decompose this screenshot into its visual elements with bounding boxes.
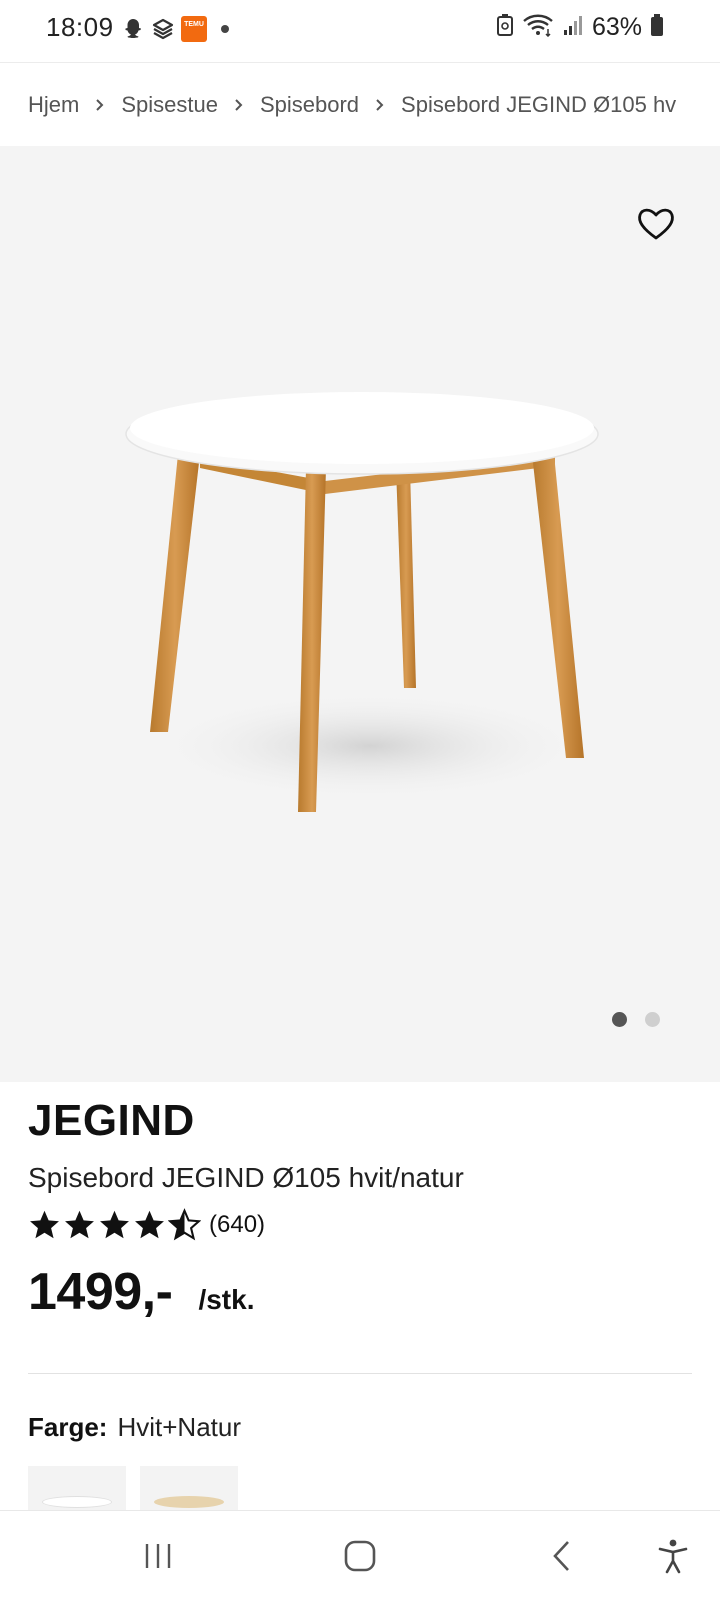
breadcrumb-spisestue[interactable]: Spisestue [121, 92, 218, 118]
temu-label: TEMU [184, 21, 204, 28]
notification-icons: TEMU [121, 16, 229, 42]
product-image-carousel[interactable] [0, 146, 720, 1082]
battery-saver-icon [496, 13, 514, 42]
product-brand: JEGIND [28, 1096, 195, 1145]
review-count[interactable]: (640) [209, 1211, 265, 1239]
star-full-icon [100, 1210, 129, 1239]
breadcrumb-current: Spisebord JEGIND Ø105 hv [401, 91, 677, 117]
battery-icon [650, 13, 664, 42]
carousel-pagination [612, 1012, 660, 1027]
system-navigation-bar [0, 1510, 720, 1600]
color-swatches [28, 1466, 238, 1512]
star-full-icon [65, 1210, 94, 1239]
price-row: 1499,- /stk. [28, 1262, 254, 1322]
product-name: Spisebord JEGIND Ø105 hvit/natur [28, 1162, 464, 1193]
accessibility-icon [658, 1539, 688, 1574]
color-swatch-white-natur[interactable] [28, 1466, 126, 1512]
home-icon [344, 1540, 376, 1572]
system-icons: 63% [496, 13, 664, 42]
battery-percent: 63% [591, 13, 642, 41]
breadcrumb-spisebord[interactable]: Spisebord [260, 92, 359, 118]
color-label: Farge: [28, 1412, 108, 1442]
status-time: 18:09 [46, 12, 114, 42]
color-value: Hvit+Natur [117, 1412, 242, 1442]
rating-stars [28, 1208, 201, 1241]
color-selection: Farge: Hvit+Natur [28, 1412, 241, 1443]
price-unit: /stk. [198, 1284, 255, 1315]
star-full-icon [30, 1210, 59, 1239]
pagination-dot[interactable] [645, 1012, 660, 1027]
heart-icon [638, 208, 674, 240]
back-button[interactable] [537, 1533, 587, 1579]
wishlist-heart-button[interactable] [634, 202, 678, 246]
recent-apps-button[interactable] [133, 1533, 183, 1579]
more-notifications-dot [221, 25, 229, 33]
signal-icon [562, 14, 584, 41]
divider [28, 1373, 692, 1374]
pagination-dot-active[interactable] [612, 1012, 627, 1027]
stack-icon [151, 17, 175, 41]
star-half-icon [168, 1208, 201, 1241]
chevron-right-icon [95, 98, 105, 112]
wifi-icon [522, 13, 554, 42]
color-swatch-oak[interactable] [140, 1466, 238, 1512]
temu-icon: TEMU [181, 16, 207, 42]
breadcrumb-home[interactable]: Hjem [28, 92, 79, 118]
accessibility-button[interactable] [648, 1533, 698, 1579]
star-full-icon [135, 1210, 164, 1239]
snapchat-icon [121, 17, 145, 41]
status-bar: 18:09 TEMU 63% [0, 0, 720, 60]
recent-apps-icon [145, 1544, 171, 1568]
chevron-right-icon [234, 98, 244, 112]
back-icon [553, 1541, 569, 1571]
product-rating[interactable]: (640) [28, 1208, 265, 1241]
product-price: 1499,- [28, 1263, 173, 1321]
breadcrumb: Hjem Spisestue Spisebord Spisebord JEGIN… [0, 62, 720, 146]
home-button[interactable] [335, 1533, 385, 1579]
product-image [125, 392, 599, 812]
chevron-right-icon [375, 98, 385, 112]
